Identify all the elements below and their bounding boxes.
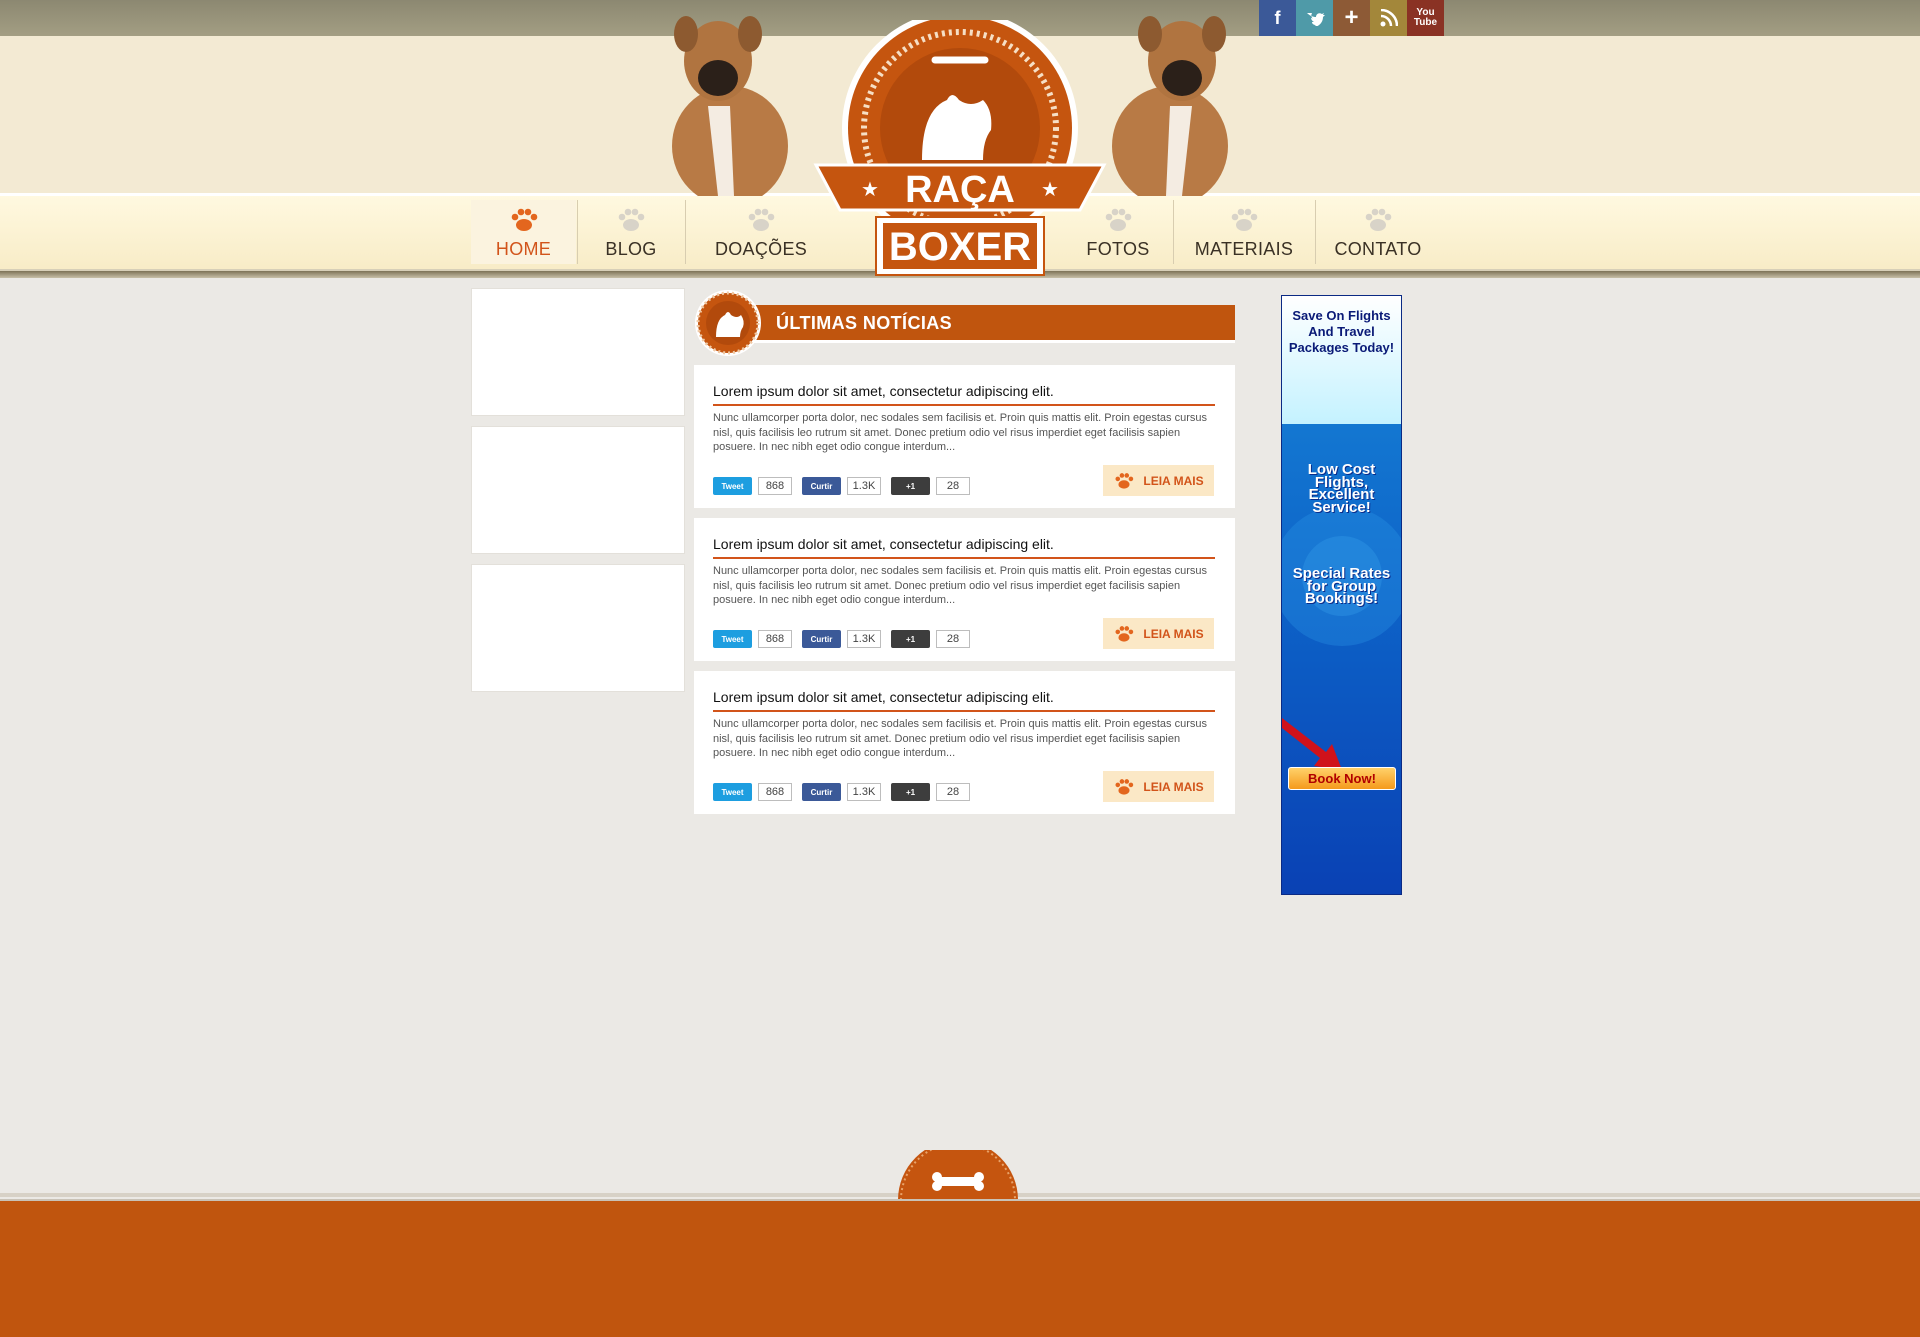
sidebar-box (471, 564, 685, 692)
ad-banner[interactable]: Save On Flights And Travel Packages Toda… (1281, 295, 1402, 895)
ad-offer: Special Rates for Group Bookings! (1292, 565, 1391, 607)
facebook-icon[interactable]: f (1259, 0, 1296, 36)
sidebar-box (471, 288, 685, 416)
ad-headline: Save On Flights And Travel Packages Toda… (1282, 296, 1401, 424)
like-button[interactable]: Curtir (802, 477, 841, 495)
nav-item-home[interactable]: HOME (471, 200, 576, 264)
star-icon: ★ (1041, 177, 1059, 201)
tweet-count: 868 (758, 477, 792, 495)
news-excerpt: Nunc ullamcorper porta dolor, nec sodale… (713, 412, 1207, 453)
nav-label-doacoes: DOAÇÕES (714, 239, 808, 259)
book-now-button[interactable]: Book Now! (1288, 767, 1396, 790)
title-divider (713, 404, 1215, 406)
nav-label-blog: BLOG (605, 239, 657, 259)
nav-item-contato[interactable]: CONTATO (1316, 200, 1440, 264)
nav-label-home: HOME (495, 239, 552, 259)
plus-one-count: 28 (936, 783, 970, 801)
section-title: ÚLTIMAS NOTÍCIAS (776, 313, 953, 333)
tweet-button[interactable]: Tweet (713, 630, 752, 648)
tweet-button[interactable]: Tweet (713, 783, 752, 801)
tweet-count: 868 (758, 630, 792, 648)
nav-item-blog[interactable]: BLOG (578, 200, 684, 264)
news-card: Lorem ipsum dolor sit amet, consectetur … (694, 518, 1235, 661)
plus-one-count: 28 (936, 477, 970, 495)
like-count: 1.3K (847, 630, 881, 648)
news-title[interactable]: Lorem ipsum dolor sit amet, consectetur … (713, 689, 1054, 705)
news-title[interactable]: Lorem ipsum dolor sit amet, consectetur … (713, 383, 1054, 399)
share-buttons: Tweet 868 Curtir 1.3K +1 28 (713, 783, 980, 801)
paw-icon (748, 208, 775, 231)
news-excerpt: Nunc ullamcorper porta dolor, nec sodale… (713, 565, 1207, 606)
rss-icon[interactable] (1370, 0, 1407, 36)
paw-icon (511, 208, 537, 231)
read-more-label: LEIA MAIS (1143, 626, 1204, 641)
title-divider (713, 710, 1215, 712)
paw-icon (1105, 208, 1132, 231)
footer-badge (898, 1150, 1018, 1200)
youtube-icon[interactable]: You Tube (1407, 0, 1444, 36)
news-card: Lorem ipsum dolor sit amet, consectetur … (694, 671, 1235, 814)
plus-one-button[interactable]: +1 (891, 630, 930, 648)
paw-icon (1231, 208, 1258, 231)
share-buttons: Tweet 868 Curtir 1.3K +1 28 (713, 477, 980, 495)
tweet-button[interactable]: Tweet (713, 477, 752, 495)
boxer-badge-icon (695, 290, 761, 356)
logo-word-raca: RAÇA (905, 169, 1015, 211)
nav-item-doacoes[interactable]: DOAÇÕES (686, 200, 836, 264)
arrow-icon (1282, 718, 1342, 770)
paw-icon (1365, 208, 1392, 231)
read-more-button[interactable]: LEIA MAIS (1103, 618, 1214, 649)
plus-icon[interactable]: + (1333, 0, 1370, 36)
news-title[interactable]: Lorem ipsum dolor sit amet, consectetur … (713, 536, 1054, 552)
paw-icon (1115, 472, 1134, 489)
twitter-icon[interactable] (1296, 0, 1333, 36)
footer (0, 1199, 1920, 1337)
like-count: 1.3K (847, 783, 881, 801)
tweet-count: 868 (758, 783, 792, 801)
share-buttons: Tweet 868 Curtir 1.3K +1 28 (713, 630, 980, 648)
nav-item-fotos[interactable]: FOTOS (1064, 200, 1172, 264)
paw-icon (1115, 625, 1134, 642)
nav-item-materiais[interactable]: MATERIAIS (1174, 200, 1314, 264)
like-button[interactable]: Curtir (802, 783, 841, 801)
read-more-button[interactable]: LEIA MAIS (1103, 465, 1214, 496)
plus-one-button[interactable]: +1 (891, 477, 930, 495)
like-button[interactable]: Curtir (802, 630, 841, 648)
read-more-label: LEIA MAIS (1143, 779, 1204, 794)
logo-word-boxer: BOXER (889, 225, 1031, 269)
boxer-dog-left-image (672, 16, 788, 196)
section-header: ÚLTIMAS NOTÍCIAS (694, 289, 1235, 357)
star-icon: ★ (861, 177, 879, 201)
nav-label-contato: CONTATO (1334, 239, 1422, 259)
like-count: 1.3K (847, 477, 881, 495)
ad-tagline: Low Cost Flights, Excellent Service! (1307, 461, 1376, 516)
plus-one-count: 28 (936, 630, 970, 648)
plus-one-button[interactable]: +1 (891, 783, 930, 801)
social-icons: f + You Tube (1259, 0, 1444, 36)
news-excerpt: Nunc ullamcorper porta dolor, nec sodale… (713, 718, 1207, 759)
news-card: Lorem ipsum dolor sit amet, consectetur … (694, 365, 1235, 508)
nav-label-materiais: MATERIAIS (1194, 239, 1294, 259)
title-divider (713, 557, 1215, 559)
sidebar-box (471, 426, 685, 554)
read-more-button[interactable]: LEIA MAIS (1103, 771, 1214, 802)
read-more-label: LEIA MAIS (1143, 473, 1204, 488)
paw-icon (618, 208, 645, 231)
boxer-dog-right-image (1112, 16, 1228, 196)
nav-label-fotos: FOTOS (1086, 239, 1150, 259)
paw-icon (1115, 778, 1134, 795)
